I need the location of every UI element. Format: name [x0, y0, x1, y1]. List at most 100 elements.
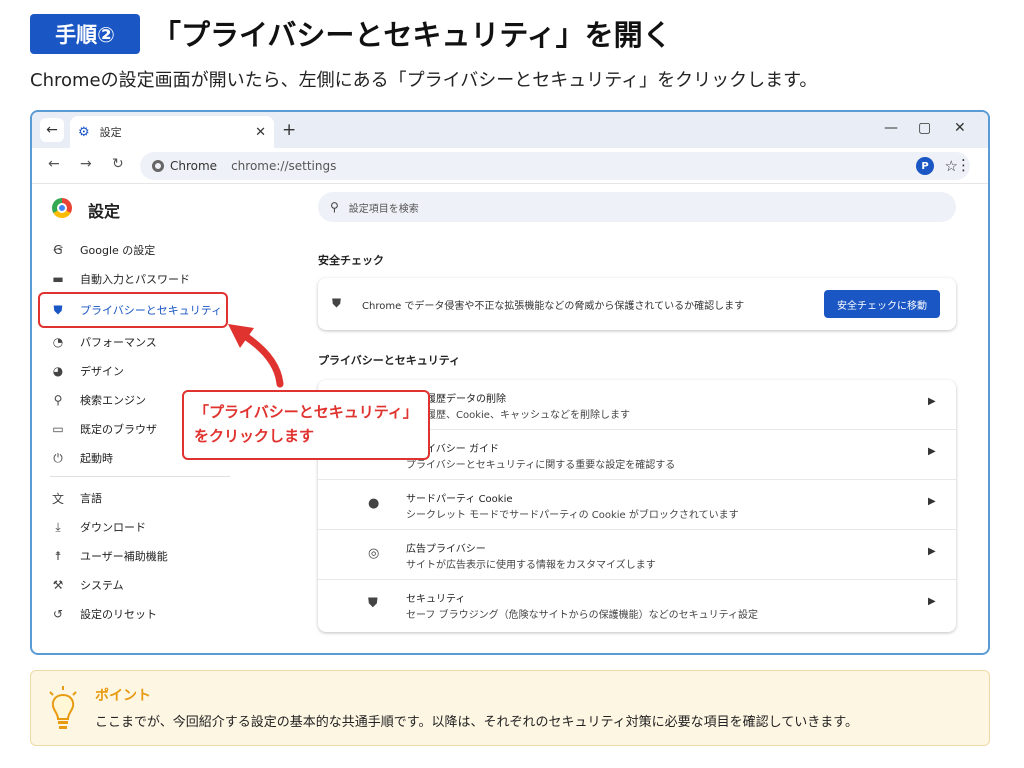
lightbulb-icon — [49, 686, 77, 729]
sidebar-item-privacy[interactable]: ⛊ プライバシーとセキュリティ — [50, 298, 222, 322]
safety-check-text: Chrome でデータ侵害や不正な拡張機能などの脅威から保護されているか確認しま… — [362, 301, 745, 312]
instruction-callout: 「プライバシーとセキュリティ」 をクリックします — [182, 390, 430, 460]
row-subtitle: シークレット モードでサードパーティの Cookie がブロックされています — [406, 510, 739, 521]
step-badge: 手順② — [30, 14, 140, 54]
gear-icon: ⚙ — [78, 124, 90, 140]
chevron-right-icon: ▶ — [928, 396, 936, 407]
shield-icon: ⛊ — [368, 596, 378, 611]
sidebar-item-label: 検索エンジン — [80, 394, 146, 407]
row-subtitle: サイトが広告表示に使用する情報をカスタマイズします — [406, 560, 656, 571]
chevron-right-icon: ▶ — [928, 496, 936, 507]
sidebar-item-label: 起動時 — [80, 452, 113, 465]
sidebar-item-downloads[interactable]: ⤓ ダウンロード — [50, 515, 146, 539]
ad-privacy-icon: ◎ — [368, 546, 380, 561]
sidebar-item-label: プライバシーとセキュリティ — [80, 304, 223, 317]
sidebar-divider — [50, 476, 230, 477]
row-subtitle: プライバシーとセキュリティに関する重要な設定を確認する — [406, 460, 676, 471]
safety-check-card: ⛊ Chrome でデータ侵害や不正な拡張機能などの脅威から保護されているか確認… — [318, 278, 956, 330]
safety-check-button[interactable]: 安全チェックに移動 — [824, 290, 940, 318]
privacy-row-cookies[interactable]: ● サードパーティ Cookie シークレット モードでサードパーティの Coo… — [318, 480, 956, 530]
sidebar-item-design[interactable]: ◕ デザイン — [50, 359, 124, 383]
tab-search-icon[interactable]: ← — [40, 118, 64, 142]
sidebar-item-label: ユーザー補助機能 — [80, 550, 168, 563]
row-title: サードパーティ Cookie — [406, 494, 513, 505]
sidebar-item-system[interactable]: ⚒ システム — [50, 573, 124, 597]
close-window-button[interactable]: ✕ — [954, 120, 966, 136]
chevron-right-icon: ▶ — [928, 446, 936, 457]
sidebar-item-performance[interactable]: ◔ パフォーマンス — [50, 330, 157, 354]
cookie-icon: ● — [368, 496, 380, 511]
shield-icon: ⛊ — [53, 302, 63, 317]
tab-settings[interactable]: ⚙ 設定 ✕ — [70, 116, 274, 148]
tab-close-icon[interactable]: ✕ — [255, 125, 266, 140]
sidebar-item-label: 設定のリセット — [80, 608, 157, 621]
tab-title: 設定 — [99, 126, 122, 139]
power-icon: ⏻ — [53, 450, 63, 465]
point-title: ポイント — [95, 688, 151, 704]
row-subtitle: 閲覧履歴、Cookie、キャッシュなどを削除します — [406, 410, 630, 421]
browser-window: ← ⚙ 設定 ✕ + — ▢ ✕ ← → ↻ Chrome chrome://s… — [30, 110, 990, 655]
url-text[interactable]: chrome://settings — [231, 159, 336, 173]
sidebar-item-search-engine[interactable]: ⚲ 検索エンジン — [50, 388, 146, 412]
address-bar[interactable]: Chrome chrome://settings ☆ — [140, 152, 970, 180]
settings-search-input[interactable]: ⚲ 設定項目を検索 — [318, 192, 956, 222]
point-text: ここまでが、今回紹介する設定の基本的な共通手順です。以降は、それぞれのセキュリテ… — [95, 715, 858, 730]
download-icon: ⤓ — [55, 519, 61, 534]
sidebar-item-language[interactable]: 文 言語 — [50, 486, 102, 510]
browser-icon: ▭ — [52, 422, 64, 436]
sidebar-item-autofill[interactable]: ▬ 自動入力とパスワード — [50, 267, 190, 291]
sidebar-item-default-browser[interactable]: ▭ 既定のブラウザ — [50, 417, 157, 441]
new-tab-button[interactable]: + — [282, 120, 296, 140]
callout-line-1: 「プライバシーとセキュリティ」 — [194, 403, 418, 421]
maximize-button[interactable]: ▢ — [918, 120, 931, 136]
language-icon: 文 — [51, 491, 64, 506]
forward-button[interactable]: → — [80, 156, 92, 172]
sidebar-item-label: 言語 — [80, 492, 102, 505]
sidebar-item-accessibility[interactable]: ☨ ユーザー補助機能 — [50, 544, 168, 568]
point-box: ポイント ここまでが、今回紹介する設定の基本的な共通手順です。以降は、それぞれの… — [30, 670, 990, 746]
sidebar-item-label: システム — [80, 579, 124, 592]
sidebar-item-label: パフォーマンス — [80, 336, 157, 349]
sidebar-item-google[interactable]: Ꞡ Google の設定 — [50, 238, 155, 262]
privacy-heading: プライバシーとセキュリティ — [318, 354, 461, 367]
privacy-row-security[interactable]: ⛊ セキュリティ セーフ ブラウジング（危険なサイトからの保護機能）などのセキュ… — [318, 580, 956, 630]
palette-icon: ◕ — [52, 364, 64, 378]
minimize-button[interactable]: — — [884, 120, 898, 136]
search-icon: ⚲ — [53, 393, 63, 407]
site-chip[interactable]: Chrome — [152, 159, 217, 173]
google-g-icon: Ꞡ — [53, 243, 63, 257]
step-description: Chromeの設定画面が開いたら、左側にある「プライバシーとセキュリティ」をクリ… — [30, 70, 818, 91]
browser-toolbar: ← → ↻ Chrome chrome://settings ☆ P ⋮ — [32, 148, 988, 184]
accessibility-icon: ☨ — [54, 549, 62, 563]
chrome-logo-icon — [52, 198, 72, 218]
sidebar-item-label: 自動入力とパスワード — [80, 273, 190, 286]
search-icon: ⚲ — [330, 200, 339, 214]
sidebar-item-startup[interactable]: ⏻ 起動時 — [50, 446, 113, 470]
profile-avatar[interactable]: P — [916, 157, 934, 175]
tab-strip: ← ⚙ 設定 ✕ + — ▢ ✕ — [32, 112, 988, 148]
speedometer-icon: ◔ — [52, 335, 64, 349]
sidebar-item-label: Google の設定 — [80, 244, 156, 257]
back-button[interactable]: ← — [48, 156, 60, 172]
wrench-icon: ⚒ — [52, 578, 64, 592]
chevron-right-icon: ▶ — [928, 546, 936, 557]
sidebar-item-label: 既定のブラウザ — [80, 423, 157, 436]
settings-title: 設定 — [88, 202, 121, 221]
row-title: セキュリティ — [406, 594, 466, 605]
reload-button[interactable]: ↻ — [112, 156, 124, 172]
site-label: Chrome — [170, 159, 218, 173]
callout-line-2: をクリックします — [194, 427, 315, 445]
chevron-right-icon: ▶ — [928, 596, 936, 607]
chrome-icon — [152, 160, 164, 172]
privacy-row-ad-privacy[interactable]: ◎ 広告プライバシー サイトが広告表示に使用する情報をカスタマイズします ▶ — [318, 530, 956, 580]
search-placeholder: 設定項目を検索 — [348, 203, 419, 215]
sidebar-item-label: デザイン — [80, 365, 124, 378]
menu-button[interactable]: ⋮ — [956, 156, 971, 174]
page-title: 「プライバシーとセキュリティ」を開く — [152, 18, 672, 52]
sidebar-item-reset[interactable]: ↺ 設定のリセット — [50, 602, 157, 626]
row-title: 広告プライバシー — [406, 544, 486, 555]
autofill-icon: ▬ — [52, 272, 64, 286]
row-subtitle: セーフ ブラウジング（危険なサイトからの保護機能）などのセキュリティ設定 — [406, 610, 758, 621]
shield-icon: ⛊ — [332, 296, 342, 310]
reset-icon: ↺ — [52, 607, 64, 621]
